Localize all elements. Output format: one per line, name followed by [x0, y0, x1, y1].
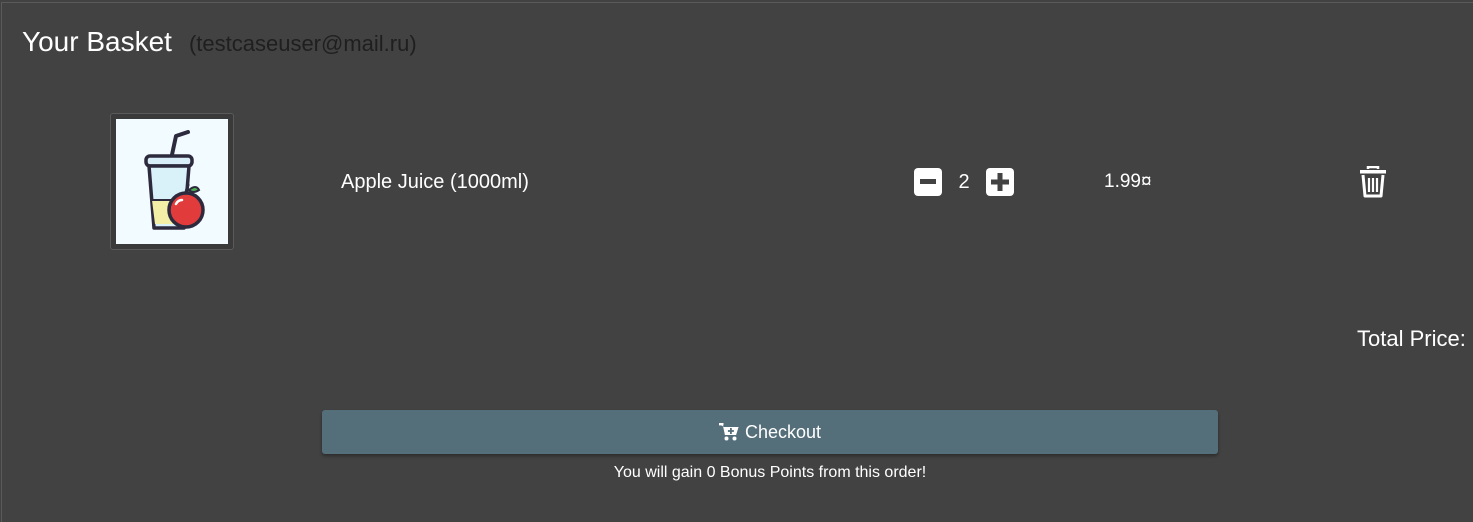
decrease-quantity-button[interactable] — [914, 168, 942, 196]
minus-icon — [920, 179, 936, 184]
product-image — [110, 113, 234, 250]
total-price-label: Total Price: — [1357, 326, 1466, 351]
quantity-value: 2 — [958, 170, 970, 193]
bonus-points-text: You will gain 0 Bonus Points from this o… — [613, 464, 927, 481]
trash-icon — [1360, 165, 1386, 198]
delete-item-button[interactable] — [1358, 165, 1388, 198]
plus-icon — [991, 173, 1009, 191]
product-name: Apple Juice (1000ml) — [341, 171, 529, 193]
increase-quantity-button[interactable] — [986, 168, 1014, 196]
quantity-stepper: 2 — [914, 168, 1014, 196]
user-email: (testcaseuser@mail.ru) — [188, 31, 417, 56]
item-price: 1.99¤ — [1104, 171, 1152, 192]
checkout-label: Checkout — [744, 421, 822, 442]
basket-header: Your Basket (testcaseuser@mail.ru) — [22, 26, 417, 58]
checkout-button[interactable]: Checkout — [322, 410, 1218, 454]
page-title: Your Basket — [22, 26, 172, 57]
apple-juice-image — [116, 119, 228, 244]
cart-plus-icon — [718, 423, 739, 441]
